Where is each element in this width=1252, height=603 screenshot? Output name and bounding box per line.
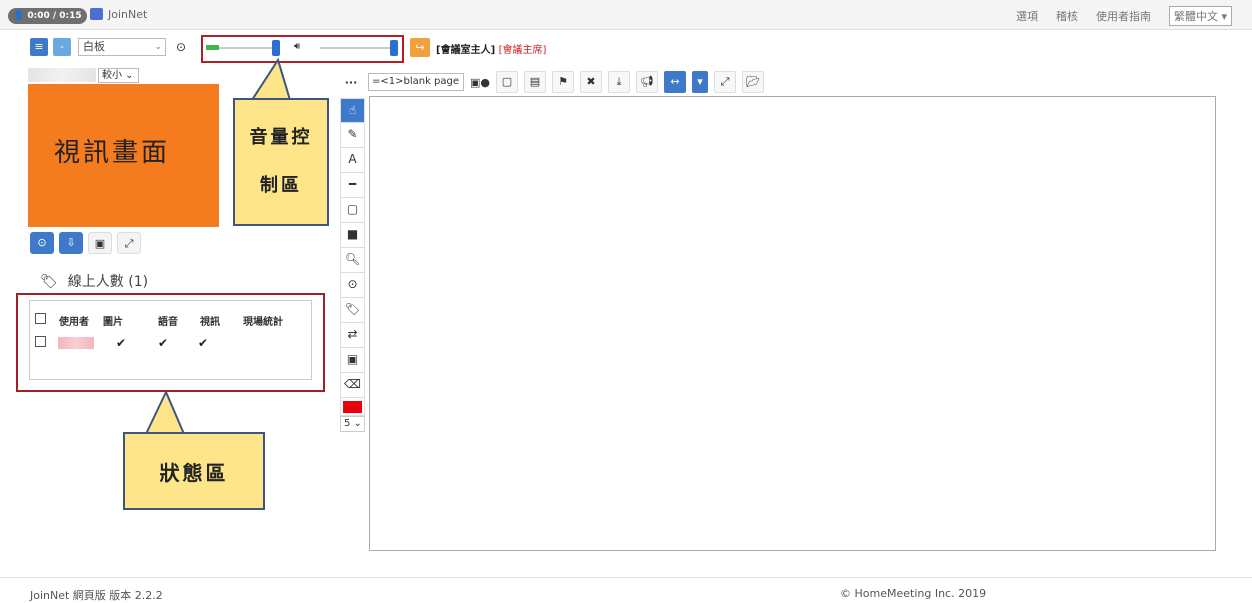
image-check-icon[interactable]: ▣● bbox=[470, 76, 490, 89]
text-icon: A bbox=[348, 152, 357, 166]
document-icon: ▤ bbox=[529, 75, 541, 88]
volume-callout-line2: 制區 bbox=[260, 175, 302, 196]
folder-open-icon: 📂︎ bbox=[746, 75, 760, 88]
eraser-icon: ⌫ bbox=[344, 377, 361, 391]
drawing-tools: ☝ ✎ A ━ ▢ ■ 🔍︎ ⊙ 🏷︎ ⇄ ▣ ⌫ 5 ⌄ bbox=[340, 98, 365, 432]
close-icon: ✖ bbox=[586, 75, 596, 88]
copyright-text: © HomeMeeting Inc. 2019 bbox=[840, 587, 987, 600]
save-button[interactable]: ⤓ bbox=[608, 71, 630, 93]
volume-callout-line1: 音量控 bbox=[249, 127, 313, 148]
hand-pointer-icon: ☝ bbox=[348, 103, 357, 117]
volume-callout-pointer bbox=[250, 57, 292, 101]
line-tool[interactable]: ━ bbox=[340, 173, 365, 198]
download-icon: ⤓ bbox=[616, 75, 622, 88]
stop-button[interactable]: ▢ bbox=[496, 71, 518, 93]
fit-dropdown-button[interactable]: ▾ bbox=[692, 71, 708, 93]
page-button[interactable]: ▤ bbox=[524, 71, 546, 93]
whiteboard-toolbar: ··· =<1>blank page ⌄ ▣● ▢ ▤ ⚑ ✖ ⤓ 📢︎ ↔ ▾… bbox=[340, 70, 764, 103]
retweet-icon: ⇄ bbox=[347, 327, 358, 341]
image-tool[interactable]: ▣ bbox=[340, 348, 365, 373]
page-select-value: =<1>blank page bbox=[372, 76, 460, 87]
pen-size-select[interactable]: 5 ⌄ bbox=[340, 416, 365, 432]
fit-width-button[interactable]: ↔ bbox=[664, 71, 686, 93]
footer-divider bbox=[0, 577, 1252, 578]
caret-down-icon: ▾ bbox=[697, 75, 703, 88]
image-icon: ▣ bbox=[346, 352, 359, 366]
volume-callout: 音量控 制區 bbox=[233, 98, 329, 226]
laser-tool[interactable]: ⊙ bbox=[340, 273, 365, 298]
rectangle-outline-icon: ▢ bbox=[346, 202, 359, 216]
zoom-tool[interactable]: 🔍︎ bbox=[340, 248, 365, 273]
pencil-icon: ✎ bbox=[347, 127, 358, 141]
open-folder-button[interactable]: 📂︎ bbox=[742, 71, 764, 93]
whiteboard-canvas[interactable] bbox=[369, 96, 1216, 551]
version-text: JoinNet 網頁版 版本 2.2.2 bbox=[30, 589, 163, 602]
expand-button[interactable]: ⤢ bbox=[714, 71, 736, 93]
magnifier-icon: 🔍︎ bbox=[344, 252, 361, 266]
color-picker[interactable] bbox=[340, 398, 365, 416]
tag-icon: 🏷︎ bbox=[344, 302, 361, 316]
status-callout: 狀態區 bbox=[123, 432, 265, 510]
rectangle-tool[interactable]: ▢ bbox=[340, 198, 365, 223]
pointer-tool[interactable]: ☝ bbox=[340, 98, 365, 123]
arrows-horizontal-icon: ↔ bbox=[670, 75, 680, 88]
bookmark-button[interactable]: ⚑ bbox=[552, 71, 574, 93]
more-icon[interactable]: ··· bbox=[340, 76, 362, 89]
status-callout-pointer bbox=[144, 389, 186, 435]
page-select[interactable]: =<1>blank page ⌄ bbox=[368, 73, 464, 103]
clear-button[interactable]: ✖ bbox=[580, 71, 602, 93]
filled-rectangle-tool[interactable]: ■ bbox=[340, 223, 365, 248]
megaphone-icon: 📢︎ bbox=[640, 75, 654, 88]
target-icon: ⊙ bbox=[347, 277, 358, 291]
expand-icon: ⤢ bbox=[720, 75, 730, 88]
color-swatch-red bbox=[343, 400, 362, 413]
filled-square-icon: ■ bbox=[346, 227, 359, 241]
pen-size-value: 5 bbox=[344, 418, 351, 429]
pencil-tool[interactable]: ✎ bbox=[340, 123, 365, 148]
text-tool[interactable]: A bbox=[340, 148, 365, 173]
bookmark-icon: ⚑ bbox=[558, 75, 568, 88]
square-icon: ▢ bbox=[501, 75, 513, 88]
line-icon: ━ bbox=[348, 177, 357, 191]
eraser-tool[interactable]: ⌫ bbox=[340, 373, 365, 398]
retweet-tool[interactable]: ⇄ bbox=[340, 323, 365, 348]
tag-tool[interactable]: 🏷︎ bbox=[340, 298, 365, 323]
announce-button[interactable]: 📢︎ bbox=[636, 71, 658, 93]
